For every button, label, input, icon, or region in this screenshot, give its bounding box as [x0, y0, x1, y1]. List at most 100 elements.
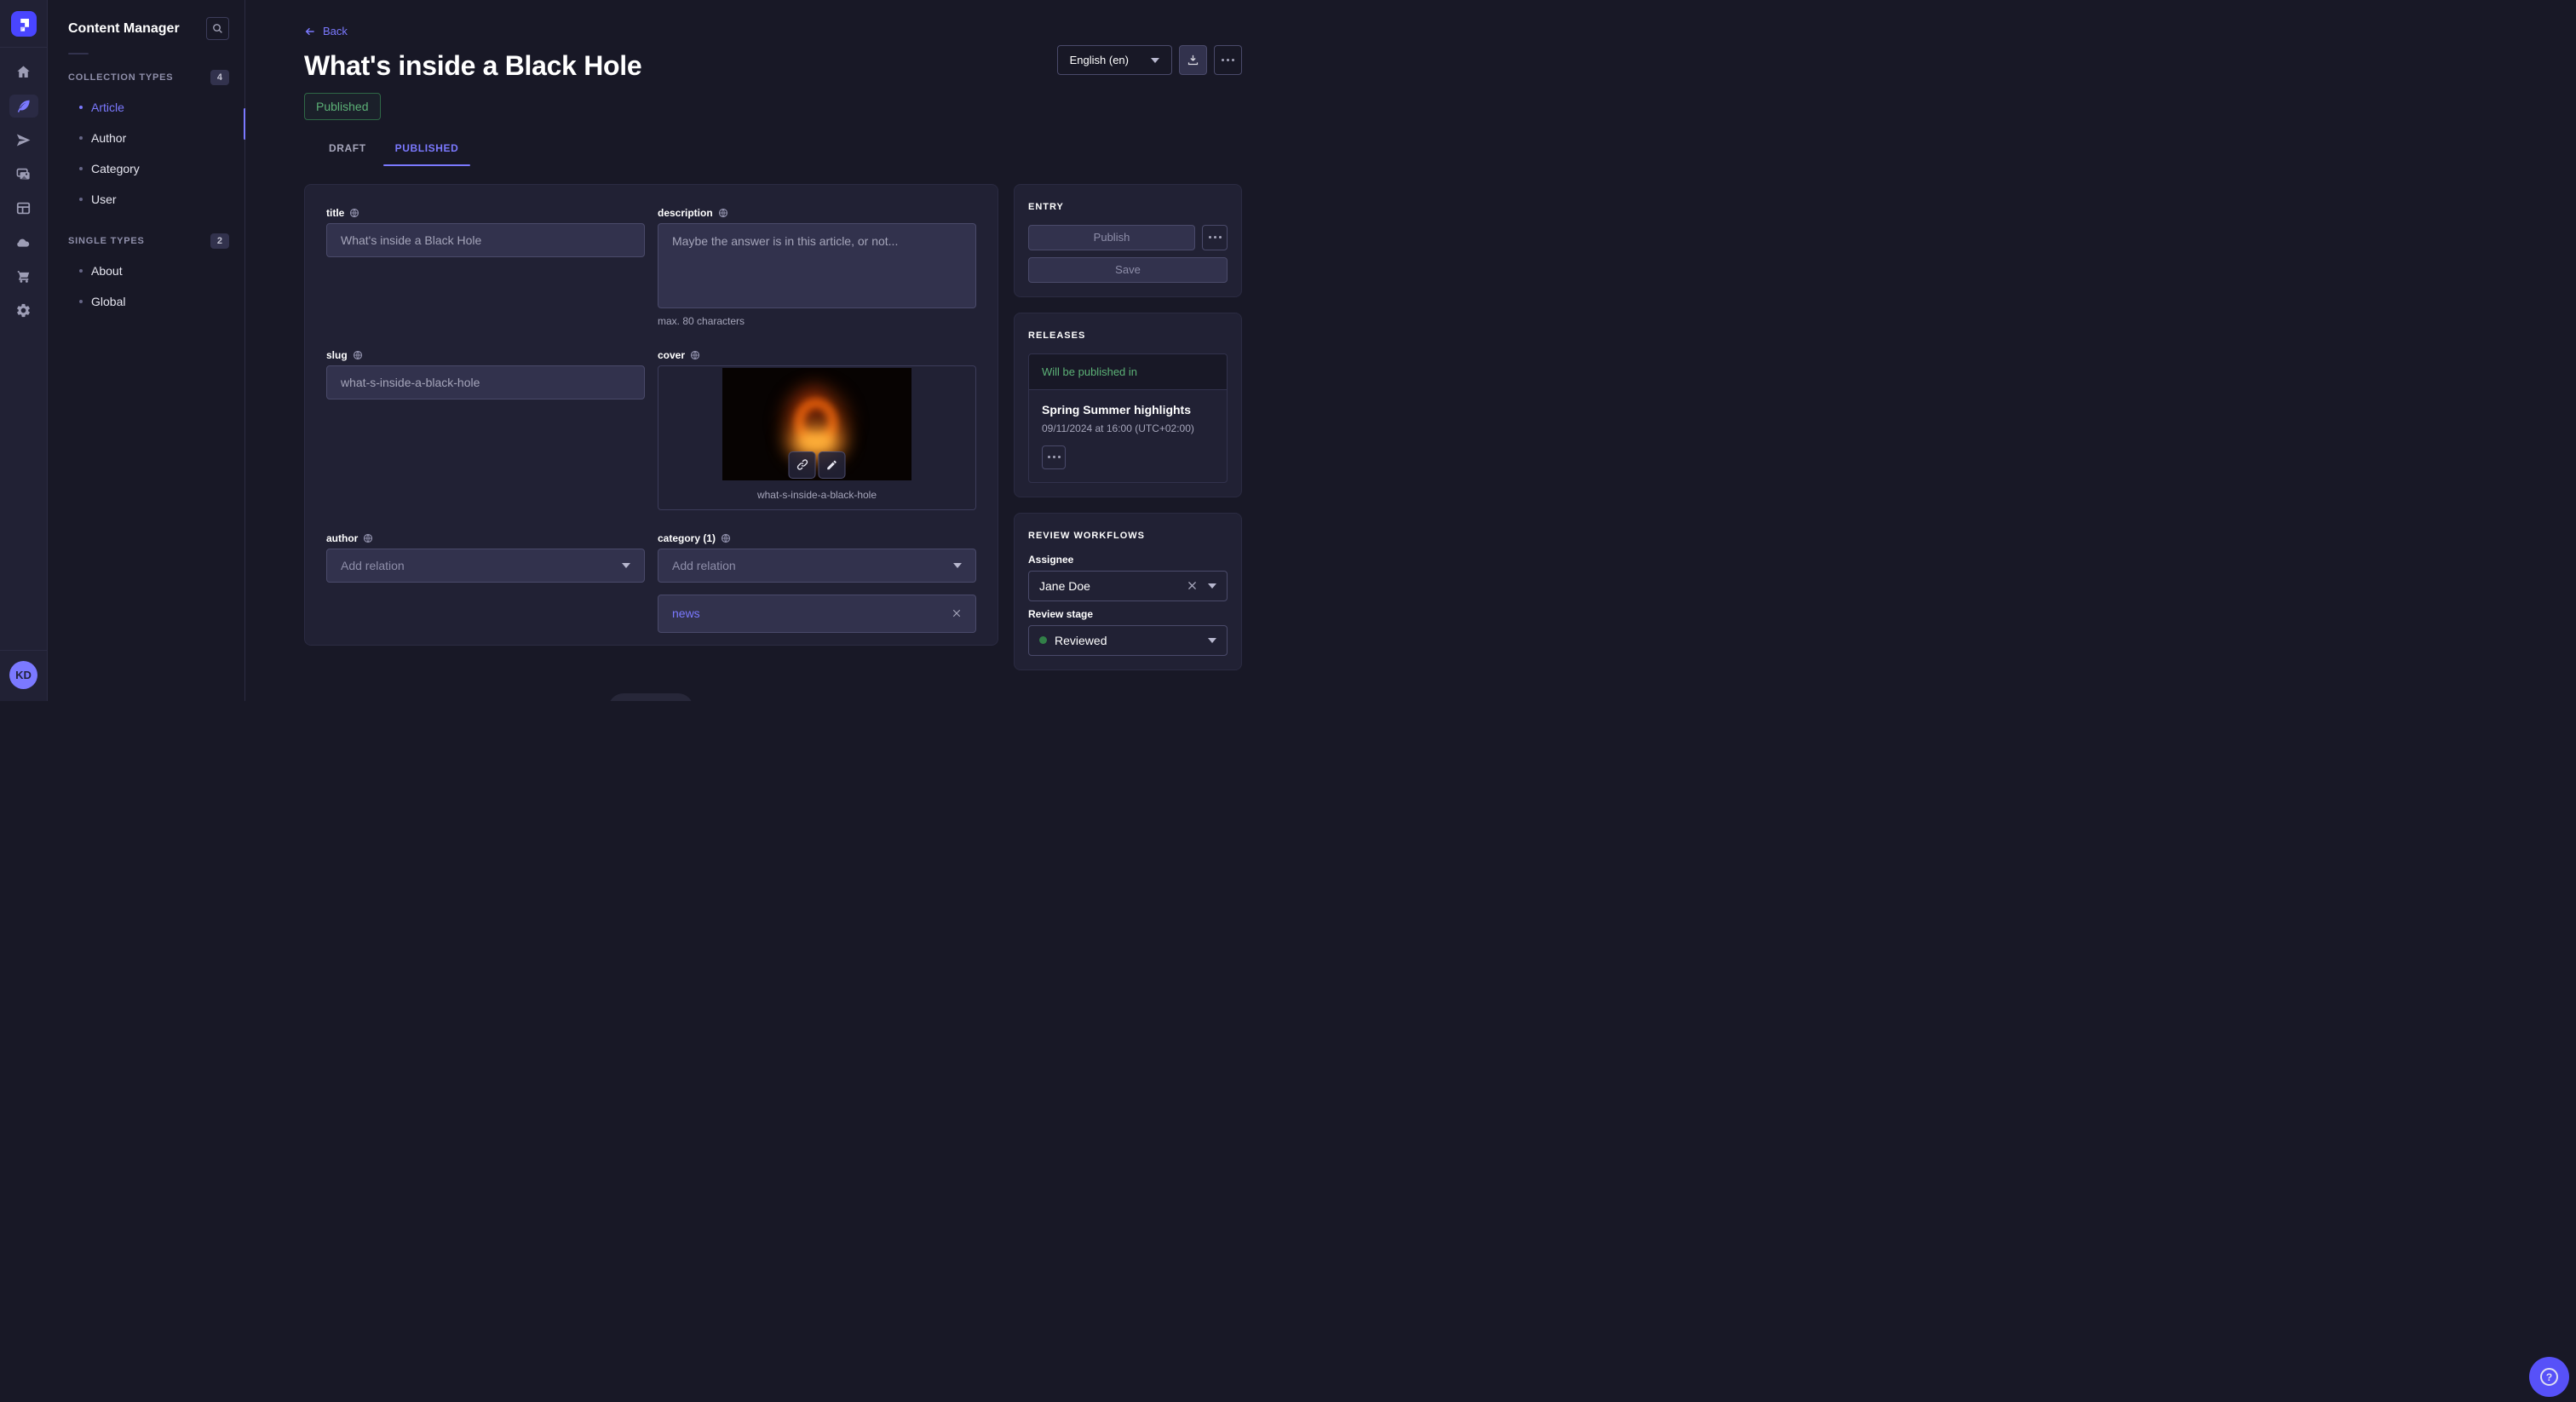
releases-panel: RELEASES Will be published in Spring Sum… — [1014, 313, 1242, 497]
nav-rail: KD — [0, 0, 48, 701]
close-icon — [952, 608, 962, 618]
media-library-icon[interactable] — [9, 163, 38, 186]
deploy-icon[interactable] — [9, 231, 38, 254]
title-field-label: title — [326, 207, 344, 219]
bullet-icon — [79, 106, 83, 109]
search-button[interactable] — [206, 17, 229, 40]
question-mark-icon: ? — [2540, 1368, 2558, 1386]
side-panels: ENTRY Publish Save RELEASES Will be pub — [1014, 184, 1242, 670]
subnav-separator — [68, 53, 89, 55]
user-avatar[interactable]: KD — [9, 661, 37, 689]
bullet-icon — [79, 136, 83, 140]
review-stage-select[interactable]: Reviewed — [1028, 625, 1228, 656]
content-manager-subnav: Content Manager COLLECTION TYPES 4 Artic… — [48, 0, 245, 701]
help-button[interactable]: ? — [2529, 1357, 2569, 1397]
description-field-label: description — [658, 207, 713, 219]
review-workflows-heading: REVIEW WORKFLOWS — [1028, 531, 1228, 541]
sidebar-item-about[interactable]: About — [48, 256, 244, 286]
author-field-label: author — [326, 532, 358, 544]
settings-gear-icon[interactable] — [9, 299, 38, 322]
description-textarea[interactable]: Maybe the answer is in this article, or … — [658, 223, 976, 308]
ellipsis-icon — [1222, 59, 1234, 61]
chevron-down-icon — [622, 563, 630, 568]
rail-divider-bottom — [0, 650, 48, 651]
locale-select[interactable]: English (en) — [1057, 45, 1172, 75]
globe-icon — [349, 208, 359, 218]
globe-icon — [721, 533, 731, 543]
bullet-icon — [79, 269, 83, 273]
version-tabs: DRAFT PUBLISHED — [317, 137, 1288, 166]
remove-relation-button[interactable] — [952, 608, 962, 618]
strapi-logo-icon — [16, 16, 32, 32]
sidebar-item-user[interactable]: User — [48, 184, 244, 215]
entry-panel: ENTRY Publish Save — [1014, 184, 1242, 297]
cover-filename: what-s-inside-a-black-hole — [757, 489, 877, 501]
bullet-icon — [79, 167, 83, 170]
content-type-builder-icon[interactable] — [9, 197, 38, 220]
chevron-down-icon — [1208, 583, 1216, 589]
link-icon — [796, 458, 808, 471]
author-relation-select[interactable]: Add relation — [326, 549, 645, 583]
tab-draft[interactable]: DRAFT — [317, 137, 378, 166]
home-icon[interactable] — [9, 60, 38, 83]
field-author: author Add relation — [326, 532, 645, 583]
releases-panel-heading: RELEASES — [1028, 330, 1228, 341]
edit-media-button[interactable] — [819, 451, 846, 479]
download-icon — [1187, 54, 1199, 66]
rail-divider — [0, 47, 48, 48]
sidebar-item-category[interactable]: Category — [48, 153, 244, 184]
cover-media-card: what-s-inside-a-black-hole — [658, 365, 976, 510]
section-label-collection-types: COLLECTION TYPES — [68, 72, 173, 83]
entry-more-button[interactable] — [1202, 225, 1228, 250]
category-relation-item: news — [658, 595, 976, 633]
strapi-logo[interactable] — [11, 11, 37, 37]
header-toolbar: English (en) — [1057, 45, 1242, 75]
sidebar-item-article[interactable]: Article — [48, 92, 244, 123]
entry-panel-heading: ENTRY — [1028, 202, 1228, 212]
release-more-button[interactable] — [1042, 445, 1066, 469]
assignee-select[interactable]: Jane Doe — [1028, 571, 1228, 601]
chevron-down-icon — [953, 563, 962, 568]
content-manager-icon[interactable] — [9, 95, 38, 118]
ellipsis-icon — [1048, 456, 1061, 458]
search-icon — [212, 23, 223, 34]
field-category: category (1) Add relation news — [658, 532, 976, 633]
marketplace-icon[interactable] — [9, 265, 38, 288]
collection-types-count-badge: 4 — [210, 70, 229, 85]
field-cover: cover — [658, 349, 976, 510]
sidebar-item-author[interactable]: Author — [48, 123, 244, 153]
category-relation-select[interactable]: Add relation — [658, 549, 976, 583]
more-actions-button[interactable] — [1214, 45, 1242, 75]
app-window: KD Content Manager COLLECTION TYPES 4 Ar… — [0, 0, 1288, 701]
clear-assignee-button[interactable] — [1187, 580, 1198, 591]
category-field-label: category (1) — [658, 532, 716, 544]
save-button[interactable]: Save — [1028, 257, 1228, 283]
back-link[interactable]: Back — [304, 25, 348, 37]
globe-icon — [718, 208, 728, 218]
single-types-count-badge: 2 — [210, 233, 229, 249]
description-hint: max. 80 characters — [658, 315, 976, 327]
copy-link-button[interactable] — [789, 451, 816, 479]
publish-button[interactable]: Publish — [1028, 225, 1195, 250]
export-button[interactable] — [1179, 45, 1207, 75]
tab-published[interactable]: PUBLISHED — [383, 137, 471, 166]
main-content: English (en) Back What's inside a Black … — [245, 0, 1288, 701]
close-icon — [1187, 580, 1198, 591]
slug-input[interactable]: what-s-inside-a-black-hole — [326, 365, 645, 399]
assignee-label: Assignee — [1028, 554, 1228, 566]
title-input[interactable]: What's inside a Black Hole — [326, 223, 645, 257]
globe-icon — [353, 350, 363, 360]
review-workflows-panel: REVIEW WORKFLOWS Assignee Jane Doe R — [1014, 513, 1242, 670]
globe-icon — [363, 533, 373, 543]
section-label-single-types: SINGLE TYPES — [68, 236, 145, 246]
release-card: Will be published in Spring Summer highl… — [1028, 353, 1228, 483]
send-icon[interactable] — [9, 129, 38, 152]
field-slug: slug what-s-inside-a-black-hole — [326, 349, 645, 399]
sidebar-item-global[interactable]: Global — [48, 286, 244, 317]
pencil-icon — [826, 459, 838, 471]
review-stage-label: Review stage — [1028, 608, 1228, 620]
relation-news-link[interactable]: news — [672, 606, 700, 620]
arrow-left-icon — [304, 26, 316, 37]
release-name: Spring Summer highlights — [1042, 403, 1214, 417]
chevron-down-icon — [1151, 58, 1159, 63]
